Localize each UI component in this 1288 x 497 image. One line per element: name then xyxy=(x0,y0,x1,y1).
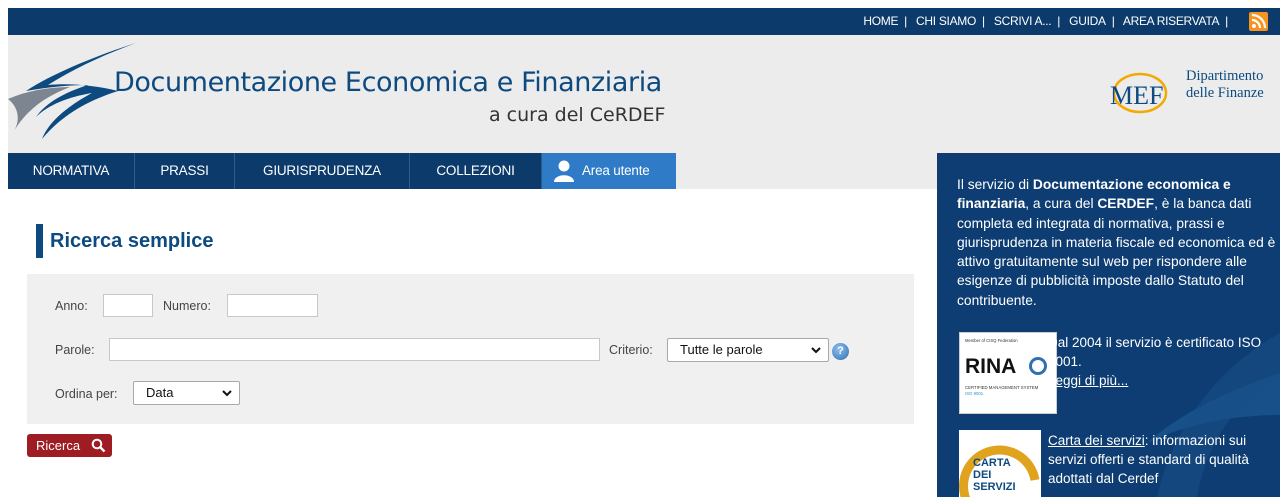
rina-logo-line2: ISO 9001 xyxy=(965,391,984,396)
numero-label: Numero: xyxy=(163,299,211,313)
rina-certification-logo[interactable]: Member of CISQ Federation RINA CERTIFIED… xyxy=(959,332,1057,414)
user-icon xyxy=(554,160,574,182)
parole-input[interactable] xyxy=(109,338,600,361)
anno-input[interactable] xyxy=(103,294,153,317)
department-name: Dipartimento delle Finanze xyxy=(1186,68,1264,102)
sidebar-panel: Il servizio di Documentazione economica … xyxy=(937,153,1280,497)
top-link-home[interactable]: HOME xyxy=(863,14,898,28)
rina-logo-line1: CERTIFIED MANAGEMENT SYSTEM xyxy=(965,385,1039,390)
department-line-1: Dipartimento xyxy=(1186,68,1264,84)
certification-link[interactable]: Leggi di più... xyxy=(1048,373,1128,388)
carta-logo-line2: DEI xyxy=(973,469,991,481)
page: HOME | CHI SIAMO | SCRIVI A... | GUIDA | ARE… xyxy=(0,0,1288,497)
ordina-select[interactable]: Data xyxy=(133,381,240,405)
rina-logo-brand: RINA xyxy=(965,355,1016,378)
anno-label: Anno: xyxy=(55,299,88,313)
carta-servizi-logo[interactable]: CARTA DEI SERVIZI xyxy=(959,430,1041,497)
ordina-label: Ordina per: xyxy=(55,387,118,401)
criterio-selected-value: Tutte le parole xyxy=(680,342,763,357)
carta-servizi-link[interactable]: Carta dei servizi xyxy=(1048,433,1145,448)
top-link-chi-siamo[interactable]: CHI SIAMO xyxy=(916,14,976,28)
carta-logo-line3: SERVIZI xyxy=(973,481,1016,493)
main-nav: NORMATIVA PRASSI GIURISPRUDENZA COLLEZIO… xyxy=(8,153,937,189)
search-button[interactable]: Ricerca xyxy=(27,434,112,457)
top-link-guida[interactable]: GUIDA xyxy=(1069,14,1106,28)
help-icon[interactable]: ? xyxy=(832,343,849,360)
nav-prassi[interactable]: PRASSI xyxy=(135,153,235,189)
site-subtitle: a cura del CeRDEF xyxy=(489,104,666,126)
top-link-area-riservata[interactable]: AREA RISERVATA xyxy=(1123,14,1220,28)
top-links: HOME | CHI SIAMO | SCRIVI A... | GUIDA | ARE… xyxy=(863,14,1228,28)
department-line-2: delle Finanze xyxy=(1186,85,1264,101)
carta-logo-line1: CARTA xyxy=(973,457,1011,469)
rss-icon[interactable] xyxy=(1249,12,1268,31)
top-bar: HOME | CHI SIAMO | SCRIVI A... | GUIDA | ARE… xyxy=(8,8,1280,35)
chevron-down-icon xyxy=(811,347,821,354)
criterio-label: Criterio: xyxy=(609,343,653,357)
certification-text: Dal 2004 il servizio è certificato ISO 9… xyxy=(1048,333,1273,390)
sidebar-intro-text: Il servizio di Documentazione economica … xyxy=(957,177,1276,308)
mef-logo[interactable]: MEF xyxy=(1108,71,1168,115)
site-title[interactable]: Documentazione Economica e Finanziaria xyxy=(114,67,662,98)
rina-logo-top: Member of CISQ Federation xyxy=(965,338,1018,343)
criterio-select[interactable]: Tutte le parole xyxy=(667,338,829,362)
carta-servizi-text: Carta dei servizi: informazioni sui serv… xyxy=(1048,431,1276,488)
nav-collezioni[interactable]: COLLEZIONI xyxy=(410,153,542,189)
search-button-label: Ricerca xyxy=(36,438,81,453)
nav-area-utente-label: Area utente xyxy=(582,163,650,178)
parole-label: Parole: xyxy=(55,343,95,357)
nav-normativa[interactable]: NORMATIVA xyxy=(8,153,135,189)
search-icon xyxy=(91,438,106,453)
nav-giurisprudenza[interactable]: GIURISPRUDENZA xyxy=(235,153,410,189)
top-link-scrivi[interactable]: SCRIVI A... xyxy=(994,14,1052,28)
ordina-selected-value: Data xyxy=(146,385,174,400)
certification-description: Dal 2004 il servizio è certificato ISO 9… xyxy=(1048,335,1262,369)
numero-input[interactable] xyxy=(227,294,318,317)
page-title: Ricerca semplice xyxy=(36,224,213,258)
nav-area-utente[interactable]: Area utente xyxy=(542,153,676,189)
site-header: Documentazione Economica e Finanziaria a… xyxy=(8,35,1280,153)
chevron-down-icon xyxy=(222,390,232,397)
mef-logo-text: MEF xyxy=(1110,81,1163,110)
